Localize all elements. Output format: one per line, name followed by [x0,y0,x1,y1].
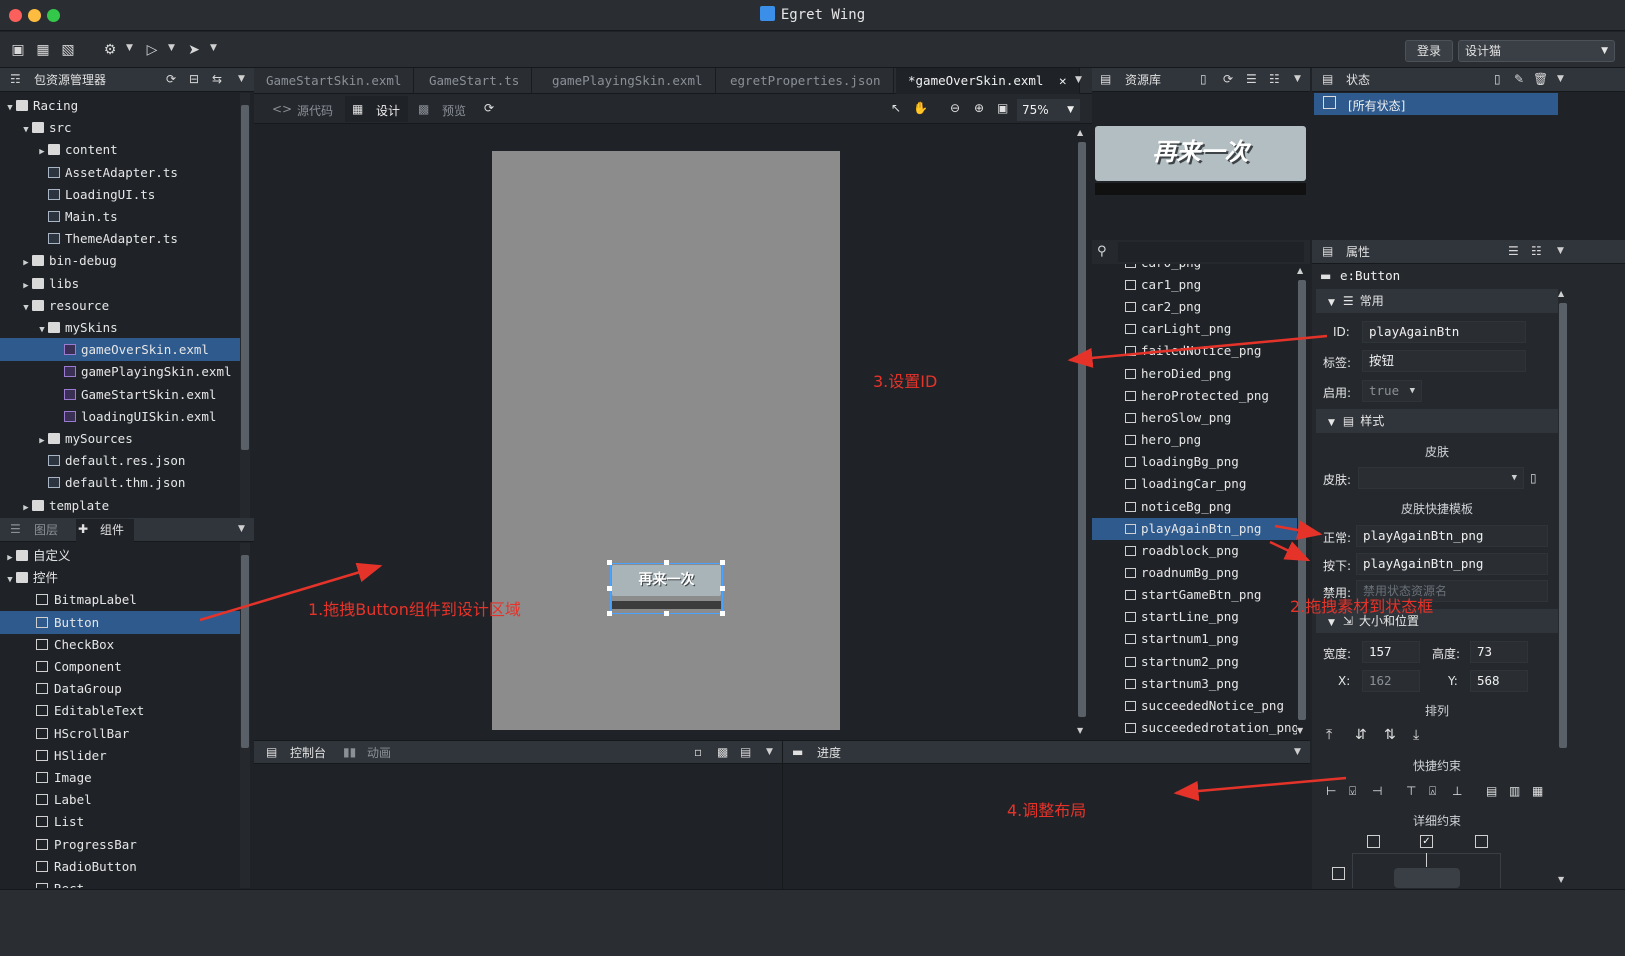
annotation-step4: 4.调整布局 [1007,801,1087,820]
annotation-step1: 1.拖拽Button组件到设计区域 [308,600,521,619]
annotation-arrows [199,334,1347,801]
annotation-step3: 3.设置ID [873,372,938,391]
annotation-step2: 2.拖拽素材到状态框 [1290,597,1434,616]
